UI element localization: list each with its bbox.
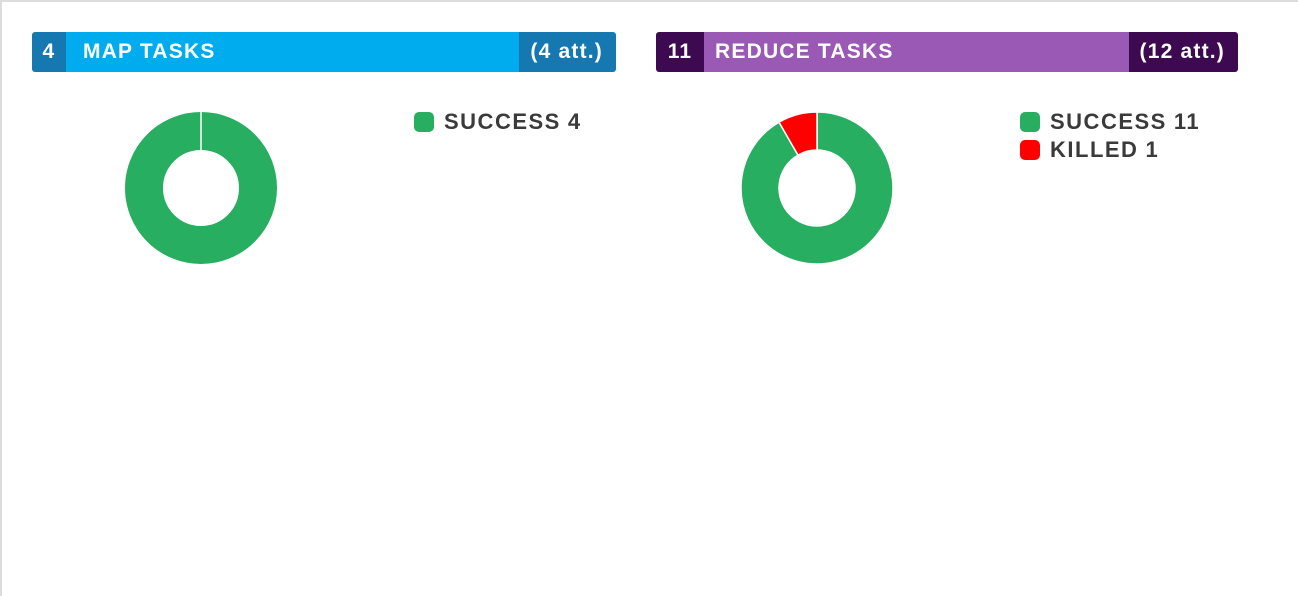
map-task-count: 4 bbox=[32, 32, 66, 72]
legend-item-killed: KILLED 1 bbox=[1020, 136, 1200, 164]
reduce-tasks-legend: SUCCESS 11 KILLED 1 bbox=[1020, 108, 1200, 164]
legend-item-success: SUCCESS 4 bbox=[414, 108, 582, 136]
map-tasks-header[interactable]: 4 MAP TASKS (4 att.) bbox=[32, 32, 616, 72]
map-tasks-donut-chart bbox=[125, 111, 277, 264]
reduce-tasks-donut-chart bbox=[740, 111, 894, 265]
map-attempts-count: (4 att.) bbox=[519, 32, 616, 72]
legend-label: SUCCESS bbox=[444, 109, 561, 134]
legend-label: KILLED bbox=[1050, 137, 1139, 162]
map-tasks-legend: SUCCESS 4 bbox=[414, 108, 582, 136]
reduce-tasks-panel: 11 REDUCE TASKS (12 att.) SUCCESS 11 KIL… bbox=[656, 32, 1238, 272]
legend-count: 1 bbox=[1145, 137, 1160, 162]
legend-swatch-success bbox=[1020, 112, 1040, 132]
legend-item-success: SUCCESS 11 bbox=[1020, 108, 1200, 136]
legend-swatch-success bbox=[414, 112, 434, 132]
reduce-tasks-header[interactable]: 11 REDUCE TASKS (12 att.) bbox=[656, 32, 1238, 72]
legend-label: SUCCESS bbox=[1050, 109, 1167, 134]
reduce-task-count: 11 bbox=[656, 32, 704, 72]
map-tasks-panel: 4 MAP TASKS (4 att.) SUCCESS 4 bbox=[32, 32, 616, 272]
reduce-attempts-count: (12 att.) bbox=[1128, 32, 1238, 72]
map-tasks-title: MAP TASKS bbox=[66, 32, 520, 72]
reduce-tasks-title: REDUCE TASKS bbox=[704, 32, 1129, 72]
legend-swatch-killed bbox=[1020, 140, 1040, 160]
legend-count: 11 bbox=[1173, 109, 1201, 134]
legend-count: 4 bbox=[567, 109, 582, 134]
